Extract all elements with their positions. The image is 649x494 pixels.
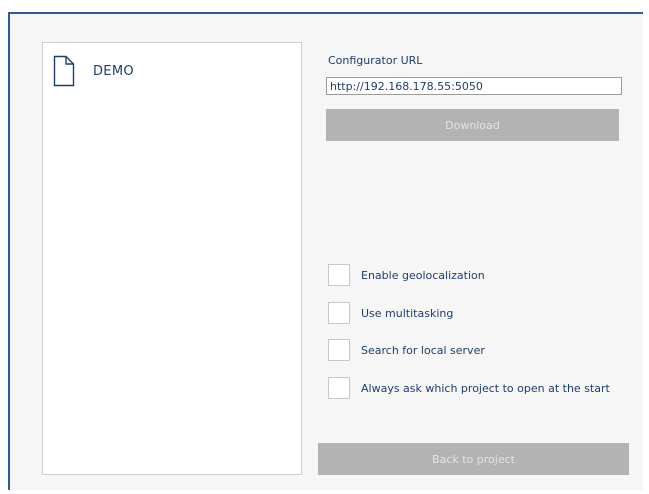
always-ask-checkbox[interactable] bbox=[328, 377, 350, 399]
project-name: DEMO bbox=[93, 63, 134, 79]
option-label: Always ask which project to open at the … bbox=[361, 381, 610, 395]
project-item-demo[interactable]: DEMO bbox=[53, 53, 134, 89]
option-use-multitasking[interactable]: Use multitasking bbox=[328, 301, 453, 325]
back-to-project-button[interactable]: Back to project bbox=[318, 443, 629, 475]
option-label: Search for local server bbox=[361, 343, 485, 357]
document-icon bbox=[53, 55, 75, 87]
option-search-local-server[interactable]: Search for local server bbox=[328, 338, 485, 362]
option-label: Use multitasking bbox=[361, 306, 454, 320]
download-button[interactable]: Download bbox=[326, 109, 619, 141]
geolocalization-checkbox[interactable] bbox=[328, 264, 350, 286]
option-label: Enable geolocalization bbox=[361, 268, 485, 282]
multitasking-checkbox[interactable] bbox=[328, 302, 350, 324]
option-always-ask-project[interactable]: Always ask which project to open at the … bbox=[328, 376, 610, 400]
configurator-url-input[interactable] bbox=[326, 77, 622, 95]
configurator-url-label: Configurator URL bbox=[328, 54, 423, 67]
local-server-checkbox[interactable] bbox=[328, 339, 350, 361]
project-list: DEMO bbox=[42, 42, 302, 475]
option-enable-geolocalization[interactable]: Enable geolocalization bbox=[328, 263, 485, 287]
